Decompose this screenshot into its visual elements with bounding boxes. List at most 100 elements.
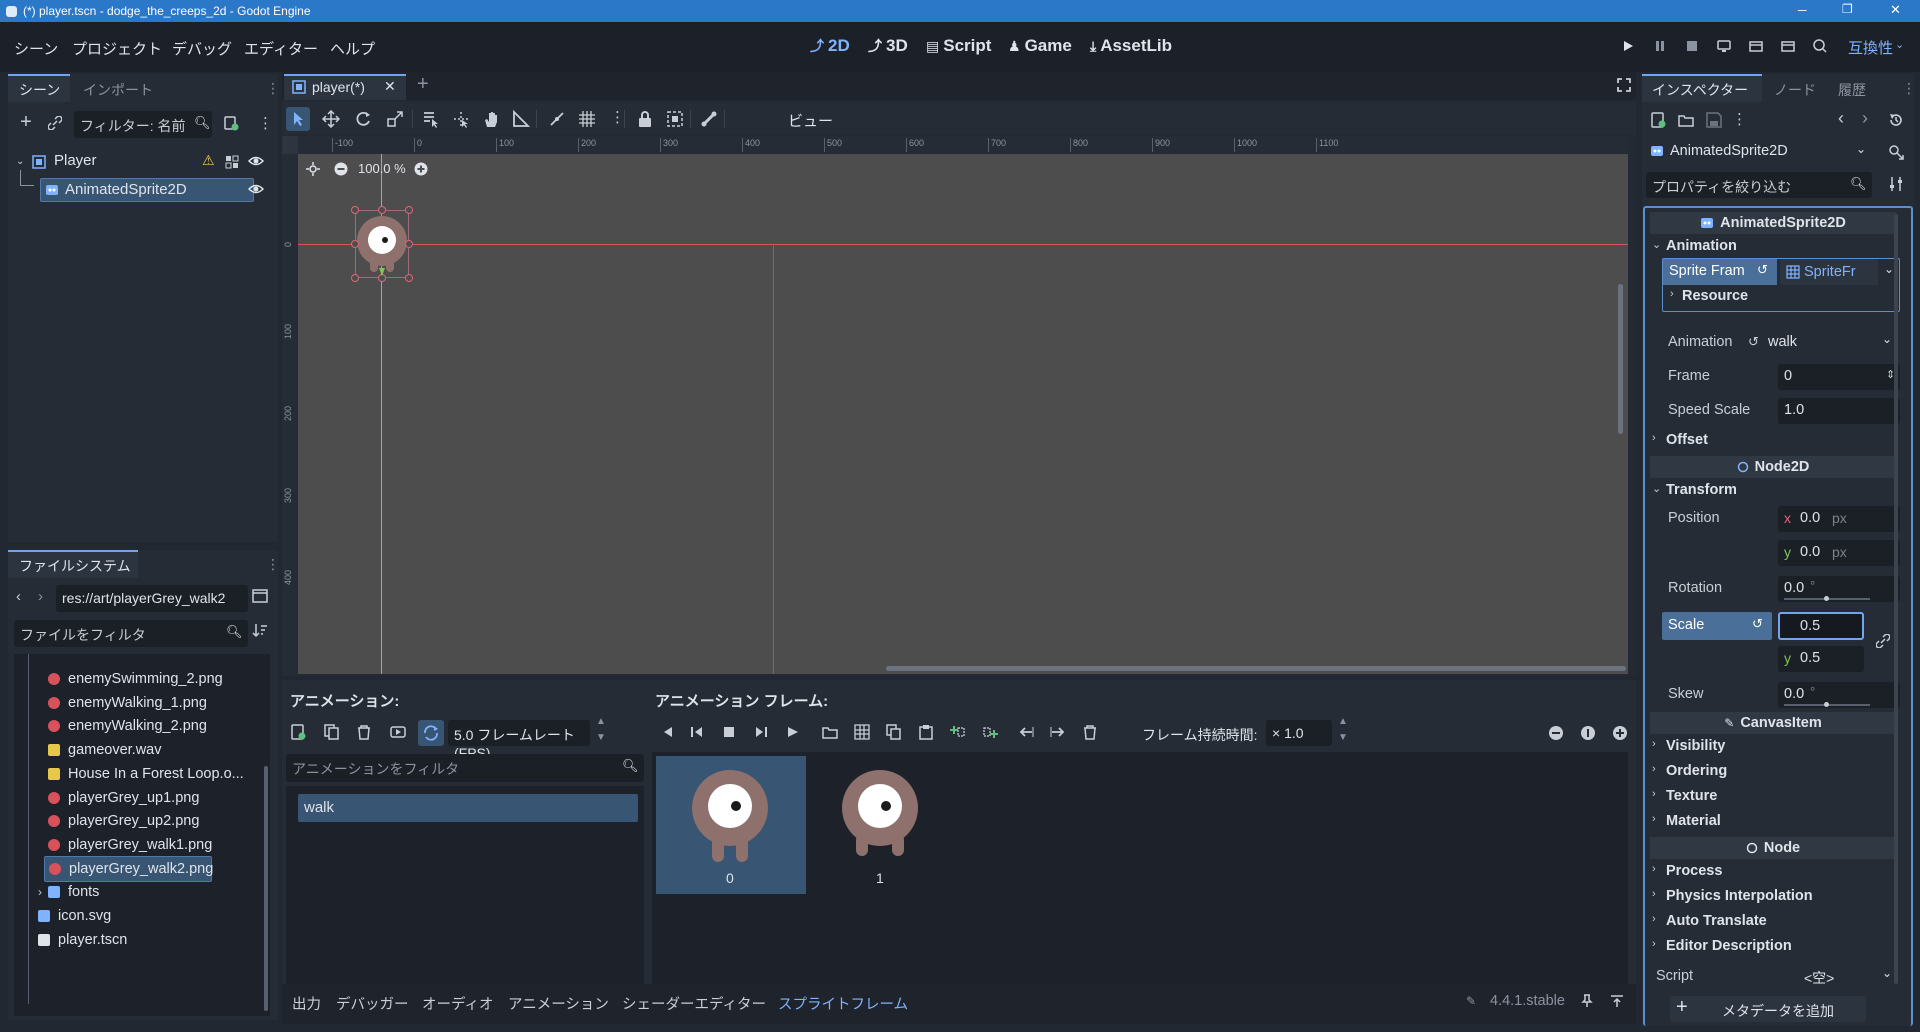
- menu-project[interactable]: プロジェクト: [72, 38, 162, 59]
- play-backwards-icon[interactable]: [690, 725, 704, 739]
- insert-frame-after-icon[interactable]: [982, 724, 998, 740]
- vertical-scrollbar[interactable]: [1618, 284, 1623, 434]
- history-forward-icon[interactable]: ›: [1862, 108, 1868, 129]
- tab-node[interactable]: ノード: [1774, 80, 1816, 100]
- warning-icon[interactable]: ⚠: [202, 152, 215, 169]
- node-type-selector[interactable]: AnimatedSprite2D ⌄: [1646, 140, 1870, 166]
- position-y-field[interactable]: y 0.0 px: [1778, 540, 1900, 566]
- bottom-tab-shader-editor[interactable]: シェーダーエディター: [622, 993, 766, 1014]
- file-item[interactable]: gameover.wav: [48, 737, 162, 763]
- workspace-assetlib[interactable]: ⤓ AssetLib: [1090, 36, 1172, 56]
- autoplay-icon[interactable]: [390, 724, 406, 740]
- new-tab-icon[interactable]: +: [417, 73, 429, 96]
- pause-icon[interactable]: [1652, 38, 1668, 54]
- resource-subsection[interactable]: Resource: [1682, 288, 1748, 304]
- workspace-script[interactable]: ▤ Script: [926, 36, 991, 56]
- section-ordering[interactable]: Ordering: [1666, 763, 1727, 779]
- movie-maker-icon[interactable]: [1812, 38, 1828, 54]
- smart-snap-icon[interactable]: [548, 110, 566, 128]
- bottom-tab-animation[interactable]: アニメーション: [508, 993, 609, 1014]
- add-node-icon[interactable]: +: [16, 111, 36, 133]
- pin-icon[interactable]: [1580, 994, 1594, 1008]
- scene-filter-input[interactable]: フィルター: 名前 🔍︎: [74, 111, 212, 138]
- snap-options-icon[interactable]: ⋮: [610, 108, 625, 126]
- section-auto-translate[interactable]: Auto Translate: [1666, 913, 1767, 929]
- workspace-3d[interactable]: ⤴ 3D: [868, 36, 908, 56]
- visibility-eye-icon[interactable]: [248, 154, 264, 170]
- select-tool[interactable]: [286, 107, 310, 131]
- skew-slider-grabber[interactable]: [1824, 702, 1829, 707]
- play-backwards-start-icon[interactable]: [660, 725, 674, 739]
- sort-icon[interactable]: [252, 622, 270, 640]
- close-button[interactable]: ✕: [1890, 2, 1901, 18]
- animation-filter-input[interactable]: アニメーションをフィルタ 🔍︎: [286, 754, 644, 782]
- selection-handle[interactable]: [351, 274, 359, 282]
- bottom-tab-spriteframes[interactable]: スプライトフレーム: [778, 993, 908, 1014]
- file-item[interactable]: enemyWalking_1.png: [48, 690, 207, 716]
- tree-node-animatedsprite2d[interactable]: AnimatedSprite2D: [40, 178, 254, 202]
- revert-icon[interactable]: ↺: [1748, 334, 1759, 350]
- zoom-out-icon[interactable]: [1548, 725, 1564, 741]
- forward-arrow-icon[interactable]: ›: [38, 588, 43, 605]
- menu-help[interactable]: ヘルプ: [330, 38, 375, 59]
- play-scene-icon[interactable]: [1748, 38, 1764, 54]
- file-item[interactable]: House In a Forest Loop.o...: [48, 761, 244, 787]
- canvas-viewport[interactable]: 100.0 %: [298, 154, 1628, 674]
- script-selector[interactable]: <空> ⌄: [1772, 964, 1900, 990]
- animation-item-walk[interactable]: walk: [298, 794, 638, 822]
- section-offset[interactable]: Offset: [1666, 432, 1708, 448]
- section-physics-interpolation[interactable]: Physics Interpolation: [1666, 888, 1813, 904]
- tab-inspector[interactable]: インスペクター: [1652, 80, 1748, 100]
- file-item[interactable]: enemyWalking_2.png: [48, 713, 207, 739]
- bottom-tab-audio[interactable]: オーディオ: [422, 993, 494, 1014]
- center-view-icon[interactable]: [306, 162, 320, 176]
- spin-down-icon[interactable]: ▼: [1338, 732, 1348, 743]
- instance-scene-link-icon[interactable]: [46, 114, 64, 132]
- pan-hand-icon[interactable]: [482, 110, 500, 128]
- maximize-button[interactable]: ❐: [1842, 2, 1853, 16]
- player-sprite[interactable]: [355, 210, 409, 278]
- scene-more-icon[interactable]: ⋮: [258, 114, 273, 132]
- tab-scene[interactable]: シーン: [19, 80, 60, 100]
- history-back-icon[interactable]: ‹: [1838, 108, 1844, 129]
- frame-spinbox[interactable]: 0 ⇕: [1778, 364, 1900, 390]
- attach-script-icon[interactable]: [222, 114, 240, 132]
- dock-menu-icon[interactable]: ⋮: [266, 556, 280, 573]
- chevron-down-icon[interactable]: ⌄: [1884, 262, 1894, 276]
- bottom-tab-debugger[interactable]: デバッガー: [336, 993, 409, 1014]
- move-frame-right-icon[interactable]: [1050, 724, 1066, 740]
- add-animation-icon[interactable]: [290, 724, 306, 740]
- stop-animation-icon[interactable]: [722, 725, 736, 739]
- add-frame-from-file-icon[interactable]: [822, 724, 838, 740]
- group-select-icon[interactable]: [666, 110, 684, 128]
- section-editor-description[interactable]: Editor Description: [1666, 938, 1792, 954]
- spin-up-icon[interactable]: ▲: [1338, 716, 1348, 727]
- frame-duration-spinbox[interactable]: × 1.0: [1266, 720, 1332, 746]
- scale-y-field[interactable]: y 0.5: [1778, 646, 1864, 672]
- selection-handle[interactable]: [405, 206, 413, 214]
- list-select-icon[interactable]: [422, 110, 440, 128]
- visibility-eye-icon[interactable]: [248, 182, 264, 198]
- play-from-start-icon[interactable]: [754, 725, 768, 739]
- play-animation-icon[interactable]: [786, 725, 800, 739]
- menu-debug[interactable]: デバッグ: [172, 38, 232, 59]
- dock-menu-icon[interactable]: ⋮: [266, 80, 280, 97]
- tree-node-player[interactable]: Player: [54, 152, 97, 169]
- delete-animation-icon[interactable]: [356, 724, 372, 740]
- delete-frame-icon[interactable]: [1082, 724, 1098, 740]
- resource-more-icon[interactable]: ⋮: [1732, 110, 1747, 128]
- menu-scene[interactable]: シーン: [14, 38, 58, 59]
- stop-icon[interactable]: [1684, 38, 1700, 54]
- zoom-reset-icon[interactable]: [1580, 725, 1596, 741]
- load-resource-icon[interactable]: [1678, 112, 1694, 128]
- file-item[interactable]: playerGrey_up2.png: [48, 808, 199, 834]
- zoom-level[interactable]: 100.0 %: [358, 161, 406, 176]
- object-history-icon[interactable]: [1888, 112, 1904, 128]
- file-item[interactable]: playerGrey_walk2.png: [44, 855, 213, 882]
- selection-handle[interactable]: [405, 274, 413, 282]
- scale-tool-icon[interactable]: [386, 110, 404, 128]
- section-texture[interactable]: Texture: [1666, 788, 1717, 804]
- scrollbar[interactable]: [264, 766, 268, 1011]
- position-x-field[interactable]: x 0.0 px: [1778, 506, 1900, 532]
- dock-menu-icon[interactable]: ⋮: [1902, 80, 1916, 97]
